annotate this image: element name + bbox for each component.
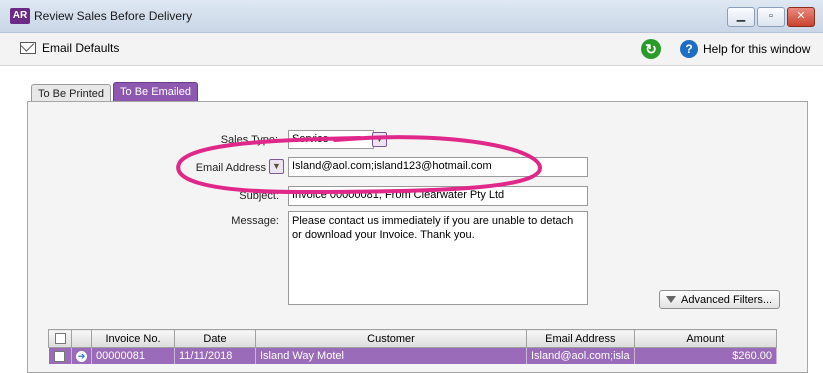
- email-address-input[interactable]: Island@aol.com;island123@hotmail.com: [288, 157, 588, 177]
- message-label: Message:: [231, 215, 279, 227]
- window-title: Review Sales Before Delivery: [34, 9, 193, 23]
- sales-type-select[interactable]: Service: [288, 130, 374, 149]
- envelope-icon: [20, 42, 36, 54]
- subject-input[interactable]: Invoice 00000081; From Clearwater Pty Lt…: [288, 186, 588, 206]
- col-date[interactable]: Date: [174, 329, 256, 348]
- email-address-dropdown-icon[interactable]: ▼: [269, 159, 284, 174]
- app-logo: AR: [10, 8, 30, 24]
- toolbar: Email Defaults ↻ ? Help for this window: [0, 33, 823, 66]
- title-bar: AR Review Sales Before Delivery ▁ ▫ ✕: [0, 0, 823, 33]
- email-defaults-label: Email Defaults: [42, 41, 120, 55]
- close-button[interactable]: ✕: [787, 7, 815, 27]
- minimize-button[interactable]: ▁: [727, 7, 755, 27]
- sales-type-dropdown-icon[interactable]: ▼: [372, 132, 387, 147]
- email-address-label: Email Address: [195, 162, 266, 174]
- col-amount[interactable]: Amount: [633, 329, 778, 348]
- subject-label: Subject:: [239, 190, 279, 202]
- restore-button[interactable]: ▫: [757, 7, 785, 27]
- filter-icon: [666, 296, 676, 303]
- help-icon: ?: [680, 40, 698, 58]
- advanced-filters-label: Advanced Filters...: [681, 293, 773, 306]
- message-input[interactable]: Please contact us immediately if you are…: [288, 211, 588, 305]
- col-email[interactable]: Email Address: [526, 329, 635, 348]
- col-customer[interactable]: Customer: [255, 329, 527, 348]
- advanced-filters-button[interactable]: Advanced Filters...: [659, 290, 780, 309]
- refresh-icon[interactable]: ↻: [641, 39, 661, 59]
- sales-grid: Invoice No. Date Customer Email Address …: [48, 329, 778, 364]
- grid-header-row: Invoice No. Date Customer Email Address …: [48, 329, 778, 348]
- col-invoice[interactable]: Invoice No.: [91, 329, 175, 348]
- row-checkbox[interactable]: [54, 350, 66, 362]
- zoom-arrow-icon[interactable]: ➔: [76, 351, 87, 362]
- tab-to-be-emailed[interactable]: To Be Emailed: [113, 82, 198, 101]
- tab-strip: To Be Printed To Be Emailed: [31, 82, 198, 103]
- email-panel: Sales Type: Service ▼ Email Address ▼ Is…: [27, 101, 808, 373]
- sales-type-label: Sales Type:: [220, 134, 278, 146]
- select-all-header[interactable]: [48, 329, 72, 348]
- email-defaults-button[interactable]: Email Defaults: [20, 41, 119, 55]
- select-all-checkbox[interactable]: [54, 333, 66, 345]
- arrow-header: [71, 329, 92, 348]
- help-label: Help for this window: [703, 42, 811, 56]
- help-button[interactable]: ? Help for this window: [680, 40, 810, 58]
